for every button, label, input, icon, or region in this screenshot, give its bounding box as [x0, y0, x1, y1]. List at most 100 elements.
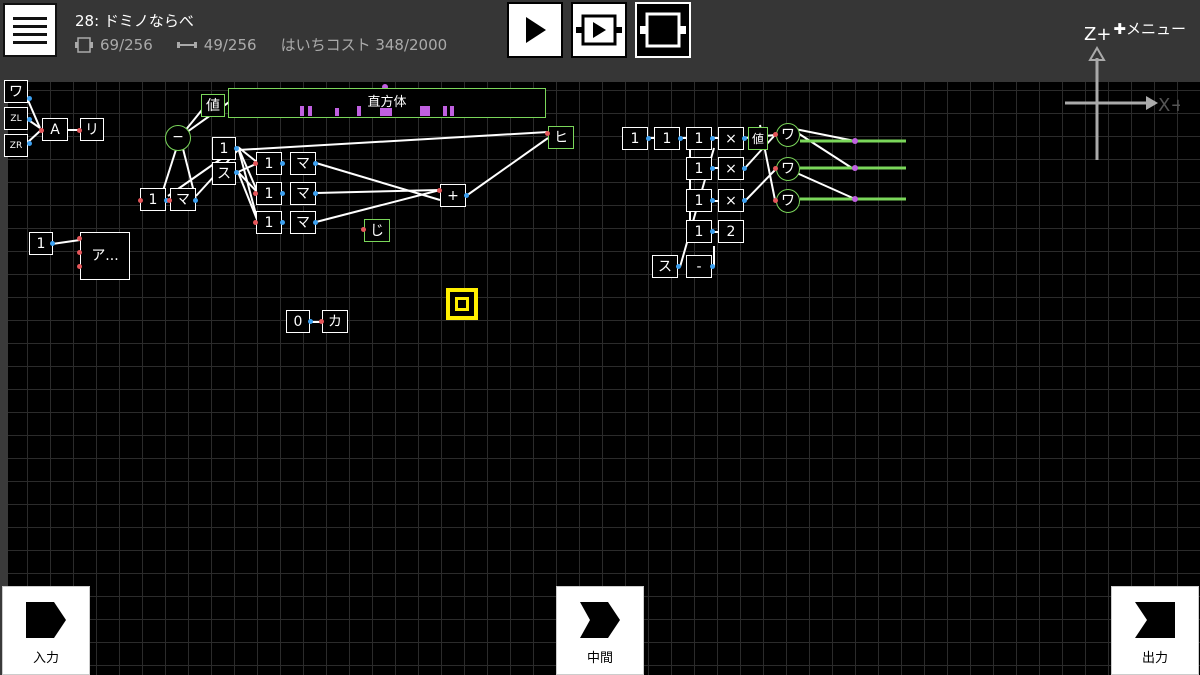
hamburger-icon-line: [13, 32, 47, 36]
node-1b[interactable]: 1: [256, 152, 282, 175]
port-in: [167, 198, 172, 203]
hamburger-menu-button[interactable]: [3, 3, 57, 57]
node-r3[interactable]: 1: [686, 127, 712, 150]
node-ji[interactable]: じ: [364, 219, 390, 242]
node-plus[interactable]: +: [440, 184, 466, 207]
port-in: [361, 227, 366, 232]
node-dash[interactable]: -: [686, 255, 712, 278]
node-wa1[interactable]: ワ: [776, 123, 800, 147]
port-out: [308, 319, 313, 324]
port-out: [27, 117, 32, 122]
hamburger-icon-line: [13, 24, 47, 28]
node-count-icon: [75, 36, 93, 53]
node-r6[interactable]: 1: [686, 220, 712, 243]
node-1a[interactable]: 1: [212, 137, 236, 160]
x-axis-label: X+: [1158, 95, 1180, 116]
cuboid-pins-icon: [300, 106, 454, 116]
port-out: [234, 146, 239, 151]
port-out: [710, 136, 715, 141]
chevron-right-icon: [580, 602, 620, 638]
port-out: [313, 161, 318, 166]
port-out: [678, 136, 683, 141]
port-out: [676, 264, 681, 269]
wire-count-text: 49/256: [203, 35, 257, 54]
node-count-stat: 69/256: [75, 34, 153, 55]
node-1c[interactable]: 1: [256, 182, 282, 205]
node-2[interactable]: 2: [718, 220, 744, 243]
port-out: [710, 229, 715, 234]
chevron-right-icon: [26, 602, 66, 638]
step-run-button[interactable]: [571, 2, 627, 58]
node-wa3[interactable]: ワ: [776, 189, 800, 213]
node-a-ellipsis[interactable]: ア...: [80, 232, 130, 280]
node-wa[interactable]: ワ: [4, 80, 28, 103]
port-out: [27, 141, 32, 146]
port-in: [773, 198, 778, 203]
x-arrow-icon: [1146, 96, 1158, 110]
input-palette-button[interactable]: 入力: [2, 586, 90, 675]
middle-palette-button[interactable]: 中間: [556, 586, 644, 675]
node-x1[interactable]: ×: [718, 127, 744, 150]
stats-row: 69/256 49/256 はいちコスト 348/2000: [75, 34, 471, 55]
node-a[interactable]: A: [42, 118, 68, 141]
port-in: [437, 188, 442, 193]
node-su[interactable]: ス: [212, 162, 236, 185]
node-1d[interactable]: 1: [256, 211, 282, 234]
port-in: [39, 128, 44, 133]
step-play-icon: [576, 14, 622, 46]
axis-gizmo: Z+ X+: [1065, 24, 1180, 160]
node-atai2[interactable]: 値: [748, 127, 768, 150]
port-out: [710, 198, 715, 203]
top-bar: 28: ドミノならべ 69/256 49/256 はいちコスト 348/2000…: [0, 0, 1200, 82]
port-in: [77, 264, 82, 269]
run-button[interactable]: [507, 2, 563, 58]
node-r5[interactable]: 1: [686, 189, 712, 212]
frame-button[interactable]: [635, 2, 691, 58]
port-out: [280, 220, 285, 225]
port-out: [280, 161, 285, 166]
port-out: [742, 198, 747, 203]
wire-count-icon: [176, 41, 197, 48]
port-out: [50, 241, 55, 246]
port-out: [710, 166, 715, 171]
port-out: [646, 136, 651, 141]
node-zl[interactable]: ZL: [4, 107, 28, 130]
node-hi[interactable]: ヒ: [548, 126, 574, 149]
port-in: [138, 198, 143, 203]
node-x3[interactable]: ×: [718, 189, 744, 212]
wire-count-stat: 49/256: [176, 34, 257, 55]
input-label: 入力: [32, 651, 59, 666]
node-r1[interactable]: 1: [622, 127, 648, 150]
node-wa2[interactable]: ワ: [776, 157, 800, 181]
port-out: [742, 166, 747, 171]
port-in: [77, 236, 82, 241]
port-out: [27, 96, 32, 101]
node-r2[interactable]: 1: [654, 127, 680, 150]
node-zr[interactable]: ZR: [4, 134, 28, 157]
port-in: [77, 250, 82, 255]
node-count-text: 69/256: [100, 35, 153, 54]
node-minus-circle[interactable]: −: [165, 125, 191, 151]
placement-cost-stat: はいちコスト 348/2000: [281, 34, 448, 55]
node-ka[interactable]: カ: [322, 310, 348, 333]
port-out: [313, 220, 318, 225]
output-label: 出力: [1141, 651, 1168, 666]
node-r4[interactable]: 1: [686, 157, 712, 180]
port-in: [545, 131, 550, 136]
node-0[interactable]: 0: [286, 310, 310, 333]
output-palette-button[interactable]: 出力: [1111, 586, 1199, 675]
play-icon: [526, 17, 546, 43]
puzzle-title: 28: ドミノならべ: [75, 12, 194, 30]
node-su2[interactable]: ス: [652, 255, 678, 278]
port-out: [280, 191, 285, 196]
node-x2[interactable]: ×: [718, 157, 744, 180]
node-1e[interactable]: 1: [140, 188, 166, 211]
port-in: [253, 220, 258, 225]
port-out: [234, 170, 239, 175]
middle-label: 中間: [586, 651, 613, 666]
cursor-marker-icon[interactable]: [446, 288, 478, 320]
node-atai[interactable]: 値: [201, 94, 225, 117]
node-ri[interactable]: リ: [80, 118, 104, 141]
port-in: [773, 132, 778, 137]
port-out: [742, 136, 747, 141]
